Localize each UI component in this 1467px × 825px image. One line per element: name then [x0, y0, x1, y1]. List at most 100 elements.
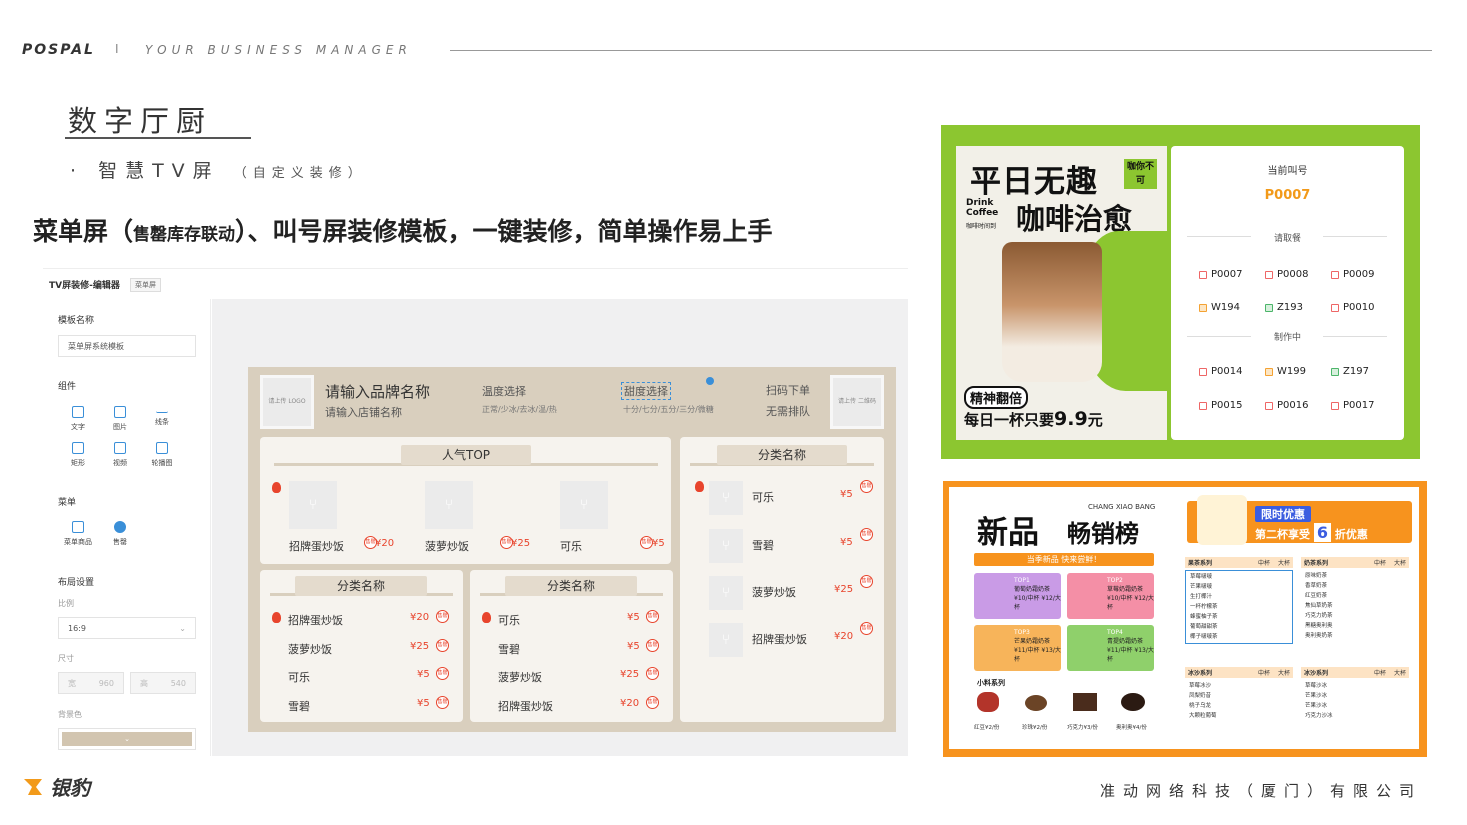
left-list-panel[interactable]: 分类名称 招牌蛋炒饭 ¥20 售罄 菠萝炒饭 ¥25 售罄 可乐 ¥5 售罄 雪… — [260, 570, 463, 722]
making-label: 制作中 — [1273, 333, 1301, 343]
number: P0007 — [1211, 269, 1243, 280]
top-item-name: 招牌蛋炒饭 — [289, 540, 344, 553]
oreo-image — [1121, 693, 1145, 711]
number: P0010 — [1343, 302, 1375, 313]
promo-b-line: 第二杯享受 6 折优惠 — [1255, 523, 1368, 542]
scan-note[interactable]: 无需排队 — [766, 403, 810, 419]
poster-body: 新品 CHANG XIAO BANG 畅销榜 限时优惠 第二杯享受 6 折优惠 … — [949, 487, 1419, 749]
tv-editor-window: TV屏装修-编辑器 菜单屏 模板名称 菜单屏系统模板 组件 文字 图片 线条 矩… — [43, 268, 908, 756]
right-panel[interactable]: 分类名称 ⑂ 可乐 ¥5 售罄 ⑂ 雪碧 ¥5 售罄 ⑂ 菠萝炒饭 ¥25 售罄… — [680, 437, 884, 722]
sweet-title-selected[interactable]: 甜度选择 — [621, 382, 671, 400]
making-number: P0016 — [1265, 400, 1308, 411]
promo-banner: 限时优惠 第二杯享受 6 折优惠 — [1187, 495, 1412, 545]
soldout-badge: 售罄 — [646, 667, 659, 680]
rect-icon — [72, 442, 84, 454]
height-prefix: 高 — [140, 678, 148, 688]
right-item-name: 菠萝炒饭 — [752, 586, 796, 599]
call-panel: 当前叫号 P0007 请取餐 P0007 P0008 P0009 W194 Z1… — [1171, 146, 1404, 440]
series-row: 大颗粒葡萄 — [1189, 713, 1217, 719]
card-rank: TOP4 — [1107, 629, 1123, 636]
width-input[interactable]: 宽 960 — [58, 672, 124, 694]
soldout-badge: 售罄 — [860, 622, 873, 635]
component-text[interactable]: 文字 — [61, 406, 95, 432]
soldout-badge: 售罄 — [436, 610, 449, 623]
temp-title[interactable]: 温度选择 — [482, 383, 526, 399]
right-item-name: 可乐 — [752, 491, 774, 504]
template-name-label: 模板名称 — [58, 316, 95, 326]
bg-color-picker[interactable]: ⌄ — [58, 728, 196, 750]
footer-company: 准动网络科技（厦门）有限公司 — [1100, 782, 1423, 800]
coffee-cup-image — [1002, 242, 1102, 382]
store-name[interactable]: 请输入店铺名称 — [325, 404, 402, 420]
component-video[interactable]: 视频 — [103, 442, 137, 468]
temp-options[interactable]: 正常/少冰/去冰/温/热 — [482, 404, 557, 415]
logo-upload-left[interactable]: 请上传 LOGO — [260, 375, 314, 429]
slide-subtitle: · 智慧TV屏 （自定义装修） — [70, 156, 367, 183]
component-image[interactable]: 图片 — [103, 406, 137, 432]
soldout-badge: 售罄 — [436, 667, 449, 680]
list-item-name: 招牌蛋炒饭 — [498, 700, 553, 713]
order-icon — [1265, 401, 1273, 410]
menu-goods[interactable]: 菜单商品 — [61, 521, 95, 547]
top-panel[interactable]: 人气TOP ⑂ ⑂ ⑂ 招牌蛋炒饭 ¥20 售罄 菠萝炒饭 ¥25 售罄 可乐 … — [260, 437, 671, 564]
size-big: 大杯 — [1393, 560, 1406, 567]
scan-title[interactable]: 扫码下单 — [766, 382, 810, 398]
header-separator: I — [115, 42, 119, 56]
chocolate-image — [1073, 693, 1097, 711]
cutlery-icon: ⑂ — [579, 497, 589, 513]
top-item-price: ¥20 — [375, 538, 395, 549]
bg-color-label: 背景色 — [58, 710, 82, 719]
card-rank: TOP2 — [1107, 577, 1123, 584]
promo-unit: 元 — [1087, 411, 1103, 429]
series-name: 果茶系列 — [1188, 560, 1213, 567]
pickup-number: P0010 — [1331, 302, 1374, 313]
mid-list-panel[interactable]: 分类名称 可乐 ¥5 售罄 雪碧 ¥5 售罄 菠萝炒饭 ¥25 售罄 招牌蛋炒饭… — [470, 570, 673, 722]
ratio-value: 16:9 — [68, 623, 86, 633]
component-label: 矩形 — [71, 459, 85, 467]
cutlery-icon: ⑂ — [721, 490, 731, 506]
component-label: 文字 — [71, 423, 85, 431]
ratio-select[interactable]: 16:9 ⌄ — [58, 617, 196, 639]
top-item-price: ¥5 — [652, 538, 665, 549]
text-icon — [72, 406, 84, 418]
footer-logo-text: 银豹 — [50, 776, 90, 800]
takeout-icon — [1199, 303, 1207, 312]
snack-item: 奥利奥¥4/份 — [1116, 725, 1147, 731]
top-item-name: 菠萝炒饭 — [425, 540, 469, 553]
series-row: 桃子乌龙 — [1189, 703, 1212, 709]
card-name: 草莓奶霜奶茶 — [1107, 586, 1144, 593]
menu-item-label: 售罄 — [113, 538, 127, 546]
series-rows[interactable]: 草莓啵啵 芒果啵啵 生打椰汁 一杯柠檬茶 蜂蜜柚子茶 葡萄甜甜茶 椰子啵啵茶 — [1185, 570, 1293, 644]
pickup-number: W194 — [1199, 302, 1240, 313]
card-name: 青提奶霜奶茶 — [1107, 638, 1144, 645]
coffee-ad: 平日无趣 咖你不可 Drink Coffee 咖啡时间到 咖啡治愈 精神翻倍 每… — [956, 146, 1168, 440]
series-row: 红豆奶茶 — [1305, 593, 1328, 599]
takeout-icon — [1265, 367, 1273, 376]
brand-name[interactable]: 请输入品牌名称 — [325, 381, 430, 402]
header-tagline: YOUR BUSINESS MANAGER — [145, 43, 412, 57]
editor-tag[interactable]: 菜单屏 — [130, 278, 161, 292]
size-label: 尺寸 — [58, 654, 74, 663]
component-line[interactable]: 线条 — [145, 406, 179, 427]
menu-soldout[interactable]: 售罄 — [103, 521, 137, 547]
promo-b: 第二杯享受 — [1255, 528, 1310, 541]
component-rect[interactable]: 矩形 — [61, 442, 95, 468]
ratio-label: 比例 — [58, 599, 74, 608]
list-item-name: 可乐 — [288, 671, 310, 684]
size-big: 大杯 — [1277, 560, 1290, 567]
order-icon — [1265, 270, 1273, 279]
qrcode-upload-right[interactable]: 请上传 二维码 — [830, 375, 884, 429]
component-carousel[interactable]: 轮播图 — [145, 442, 179, 468]
template-name-input[interactable]: 菜单屏系统模板 — [58, 335, 196, 357]
poster-title2: 畅销榜 — [1067, 520, 1139, 548]
height-input[interactable]: 高 540 — [130, 672, 196, 694]
width-value: 960 — [98, 678, 114, 688]
right-item-name: 雪碧 — [752, 539, 774, 552]
fire-icon — [272, 612, 281, 623]
resize-handle[interactable] — [706, 377, 714, 385]
size-mid: 中杯 — [1257, 670, 1270, 677]
component-label: 轮播图 — [151, 459, 173, 467]
editor-canvas: 请上传 LOGO 请输入品牌名称 请输入店铺名称 温度选择 正常/少冰/去冰/温… — [212, 299, 908, 756]
sweet-options[interactable]: 十分/七分/五分/三分/微糖 — [623, 404, 714, 415]
title-underline — [65, 137, 251, 139]
